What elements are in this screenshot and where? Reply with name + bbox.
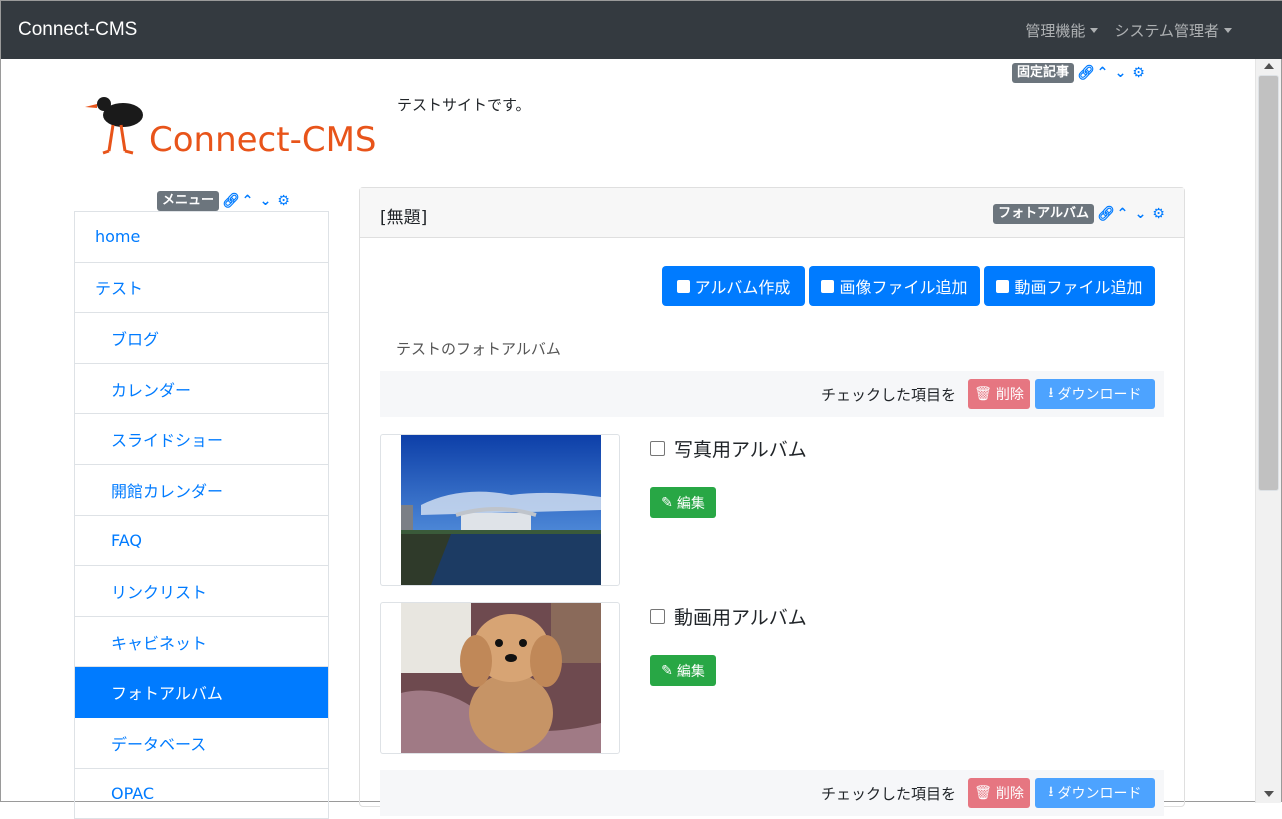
add-image-label: 画像ファイル追加 xyxy=(839,278,968,297)
gear-icon[interactable]: ⚙ xyxy=(1131,65,1146,81)
frame-type-badge: 固定記事 xyxy=(1012,63,1075,83)
link-icon[interactable]: 🔗︎ xyxy=(1077,65,1095,81)
scroll-down-arrow-icon[interactable] xyxy=(1264,791,1274,797)
side-menu: home テスト ブログ カレンダー スライドショー 開館カレンダー FAQ リ… xyxy=(74,211,329,819)
bulk-download-label: ダウンロード xyxy=(1057,387,1142,403)
menu-item-test[interactable]: テスト xyxy=(75,263,328,314)
logo-text: Connect-CMS xyxy=(149,120,377,157)
add-image-button[interactable]: 画像ファイル追加 xyxy=(809,266,980,306)
bulk-action-label: チェックした項目を xyxy=(820,386,956,404)
album-frame-tools: フォトアルバム 🔗︎ ⌃ ⌄ ⚙ xyxy=(993,204,1166,224)
album-description: テストのフォトアルバム xyxy=(396,340,561,358)
create-album-label: アルバム作成 xyxy=(694,278,791,297)
frame-header: [無題] フォトアルバム 🔗︎ ⌃ ⌄ ⚙ xyxy=(360,188,1184,238)
navbar-brand[interactable]: Connect-CMS xyxy=(18,19,137,41)
album-photo-dog xyxy=(401,603,601,753)
trash-icon: 🗑︎ xyxy=(974,785,992,801)
chevron-down-icon[interactable]: ⌄ xyxy=(258,193,273,209)
site-description: テストサイトです。 xyxy=(397,96,531,114)
folder-plus-icon xyxy=(676,279,690,293)
chevron-up-icon[interactable]: ⌃ xyxy=(1095,65,1110,81)
admin-menu-dropdown[interactable]: 管理機能 xyxy=(1025,20,1098,41)
vertical-scrollbar[interactable] xyxy=(1255,59,1281,803)
edit-album-button[interactable]: ✎ 編集 xyxy=(650,655,716,686)
scrollbar-thumb[interactable] xyxy=(1258,75,1279,491)
menu-item-home[interactable]: home xyxy=(75,212,328,263)
bulk-delete-button[interactable]: 🗑︎ 削除 xyxy=(968,778,1030,808)
album-name-label[interactable]: 写真用アルバム xyxy=(674,435,807,462)
frame-title: [無題] xyxy=(380,208,428,228)
edit-label: 編集 xyxy=(676,495,705,512)
bulk-download-label: ダウンロード xyxy=(1057,786,1142,802)
chevron-down-icon[interactable]: ⌄ xyxy=(1133,206,1148,222)
menu-item-database[interactable]: データベース xyxy=(75,718,328,769)
bulk-download-button[interactable]: ⭳ ダウンロード xyxy=(1035,379,1155,409)
album-frame-badge: フォトアルバム xyxy=(993,204,1094,224)
link-icon[interactable]: 🔗︎ xyxy=(222,193,240,209)
bulk-action-label: チェックした項目を xyxy=(820,785,956,803)
album-checkbox[interactable] xyxy=(650,609,665,624)
bulk-action-bar-bottom: チェックした項目を 🗑︎ 削除 ⭳ ダウンロード xyxy=(380,770,1164,816)
menu-item-linklist[interactable]: リンクリスト xyxy=(75,566,328,617)
edit-icon: ✎ xyxy=(661,494,673,511)
create-album-button[interactable]: アルバム作成 xyxy=(662,266,805,306)
menu-item-opac[interactable]: OPAC xyxy=(75,769,328,819)
bulk-download-button[interactable]: ⭳ ダウンロード xyxy=(1035,778,1155,808)
link-icon[interactable]: 🔗︎ xyxy=(1097,206,1115,222)
menu-item-opening-calendar[interactable]: 開館カレンダー xyxy=(75,465,328,516)
chevron-down-icon[interactable]: ⌄ xyxy=(1113,65,1128,81)
top-navbar: Connect-CMS 管理機能 システム管理者 xyxy=(1,1,1282,59)
chevron-up-icon[interactable]: ⌃ xyxy=(1115,206,1130,222)
gear-icon[interactable]: ⚙ xyxy=(276,193,291,209)
file-video-icon xyxy=(996,279,1010,293)
menu-item-calendar[interactable]: カレンダー xyxy=(75,364,328,415)
add-video-button[interactable]: 動画ファイル追加 xyxy=(984,266,1155,306)
menu-item-photoalbum[interactable]: フォトアルバム xyxy=(75,667,328,718)
download-icon: ⭳ xyxy=(1048,784,1054,800)
add-video-label: 動画ファイル追加 xyxy=(1014,278,1143,297)
menu-frame-tools: メニュー 🔗︎ ⌃ ⌄ ⚙ xyxy=(157,191,291,211)
bulk-delete-label: 削除 xyxy=(995,387,1024,403)
site-logo[interactable]: Connect-CMS xyxy=(83,93,383,157)
photoalbum-frame: [無題] フォトアルバム 🔗︎ ⌃ ⌄ ⚙ アルバム作成 画像ファイル追加 動画… xyxy=(359,187,1185,816)
edit-icon: ✎ xyxy=(661,662,673,679)
gear-icon[interactable]: ⚙ xyxy=(1151,206,1166,222)
album-thumbnail[interactable] xyxy=(380,602,620,754)
album-photo-building xyxy=(401,435,601,585)
menu-item-faq[interactable]: FAQ xyxy=(75,516,328,567)
navbar-right: 管理機能 システム管理者 xyxy=(1025,20,1232,41)
chevron-up-icon[interactable]: ⌃ xyxy=(240,193,255,209)
menu-item-blog[interactable]: ブログ xyxy=(75,313,328,364)
menu-item-slideshow[interactable]: スライドショー xyxy=(75,414,328,465)
edit-album-button[interactable]: ✎ 編集 xyxy=(650,487,716,518)
edit-label: 編集 xyxy=(676,663,705,680)
header-frame-tools: 固定記事 🔗︎ ⌃ ⌄ ⚙ xyxy=(1012,63,1146,83)
user-menu-dropdown[interactable]: システム管理者 xyxy=(1114,20,1232,41)
album-item-name: 写真用アルバム xyxy=(650,435,807,462)
bulk-delete-button[interactable]: 🗑︎ 削除 xyxy=(968,379,1030,409)
file-upload-icon xyxy=(821,279,835,293)
bulk-action-bar: チェックした項目を 🗑︎ 削除 ⭳ ダウンロード xyxy=(380,371,1164,417)
album-checkbox[interactable] xyxy=(650,441,665,456)
album-name-label[interactable]: 動画用アルバム xyxy=(674,603,807,630)
menu-frame-badge: メニュー xyxy=(157,191,220,211)
trash-icon: 🗑︎ xyxy=(974,386,992,402)
download-icon: ⭳ xyxy=(1048,385,1054,401)
scroll-up-arrow-icon[interactable] xyxy=(1264,63,1274,69)
menu-item-cabinet[interactable]: キャビネット xyxy=(75,617,328,668)
album-item-name: 動画用アルバム xyxy=(650,603,807,630)
album-thumbnail[interactable] xyxy=(380,434,620,586)
bulk-delete-label: 削除 xyxy=(995,786,1024,802)
